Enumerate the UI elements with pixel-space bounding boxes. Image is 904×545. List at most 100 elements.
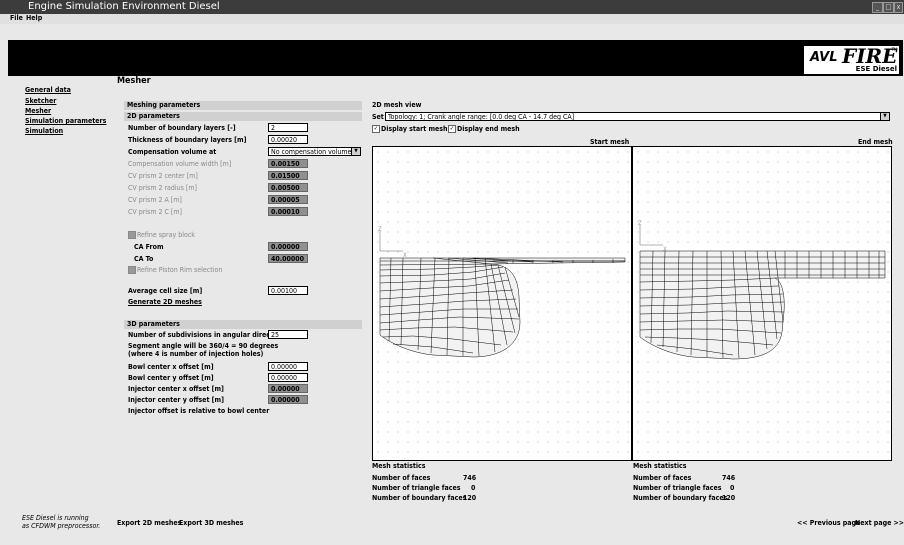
set-select[interactable]: Topology: 1; Crank angle range: [0.0 deg…	[385, 112, 890, 121]
stats-start-faces-label: Number of faces	[372, 474, 431, 482]
stats-end-bnd-label: Number of boundary faces	[633, 494, 728, 502]
section-3d-header: 3D parameters	[124, 320, 362, 329]
stats-start-tri-label: Number of triangle faces	[372, 484, 461, 492]
meshing-parameters-header: Meshing parameters	[124, 101, 362, 110]
status-line-2: as CFDWM preprocessor.	[22, 522, 101, 530]
start-mesh-drawing: Z X	[378, 226, 626, 358]
sidebar-item-general-data[interactable]: General data	[25, 86, 71, 94]
stats-end-title: Mesh statistics	[633, 462, 687, 470]
refine-spray-label: Refine spray block	[137, 231, 195, 239]
previous-page-button[interactable]: << Previous page	[797, 519, 860, 527]
display-start-checkbox[interactable]: ✓	[372, 125, 380, 133]
bowl-x-input[interactable]: 0.00000	[268, 362, 308, 371]
maximize-button[interactable]: □	[883, 2, 894, 13]
thickness-boundary-layers-label: Thickness of boundary layers [m]	[128, 136, 247, 144]
compensation-volume-value: No compensation volume	[271, 148, 352, 156]
header-band: AVL FIRE TM ESE Diesel	[8, 40, 903, 76]
set-value: Topology: 1; Crank angle range: [0.0 deg…	[388, 113, 575, 121]
export-2d-button[interactable]: Export 2D meshes	[117, 519, 181, 527]
num-boundary-layers-input[interactable]: 2	[268, 123, 308, 132]
sidebar-item-sketcher[interactable]: Sketcher	[25, 97, 56, 105]
ca-to-input: 40.00000	[268, 254, 308, 263]
sidebar-item-simulation[interactable]: Simulation	[25, 127, 63, 135]
inj-y-input: 0.00000	[268, 395, 308, 404]
logo-sub: ESE Diesel	[855, 65, 897, 73]
stats-start-tri-value: 0	[471, 484, 476, 492]
stats-end-bnd-value: 120	[722, 494, 736, 502]
window-title: Engine Simulation Environment Diesel	[28, 1, 220, 12]
cv-prism2-radius-input: 0.00500	[268, 183, 308, 192]
ca-from-input: 0.00000	[268, 242, 308, 251]
display-start-label: Display start mesh	[381, 125, 448, 133]
bowl-y-input[interactable]: 0.00000	[268, 373, 308, 382]
menu-file[interactable]: File	[10, 14, 23, 22]
status-line-1: ESE Diesel is running	[22, 514, 89, 522]
chevron-down-icon: ▼	[880, 113, 889, 120]
start-mesh-canvas[interactable]: Z X	[372, 146, 632, 461]
close-button[interactable]: x	[894, 2, 903, 13]
generate-2d-meshes-button[interactable]: Generate 2D meshes	[128, 298, 202, 306]
compensation-volume-label: Compensation volume at	[128, 148, 217, 156]
stats-start-bnd-label: Number of boundary faces	[372, 494, 467, 502]
display-end-label: Display end mesh	[457, 125, 520, 133]
cv-prism2-a-label: CV prism 2 A [m]	[128, 196, 182, 204]
window-title-bar: Engine Simulation Environment Diesel _ □…	[0, 0, 904, 14]
minimize-button[interactable]: _	[872, 2, 883, 13]
sidebar-item-mesher[interactable]: Mesher	[25, 107, 51, 115]
cv-prism2-center-input: 0.01500	[268, 171, 308, 180]
cv-prism2-center-label: CV prism 2 center [m]	[128, 172, 198, 180]
export-3d-button[interactable]: Export 3D meshes	[179, 519, 243, 527]
logo-brand: AVL	[810, 50, 838, 65]
stats-end-faces-label: Number of faces	[633, 474, 692, 482]
sidebar-item-simulation-parameters[interactable]: Simulation parameters	[25, 117, 106, 125]
menu-help[interactable]: Help	[26, 14, 42, 22]
comp-volume-width-input: 0.00150	[268, 159, 308, 168]
logo-tm: TM	[891, 47, 897, 52]
end-mesh-title: End mesh	[858, 138, 893, 146]
stats-start-faces-value: 746	[463, 474, 477, 482]
compensation-volume-select[interactable]: No compensation volume ▼	[268, 147, 361, 156]
cv-prism2-a-input: 0.00005	[268, 195, 308, 204]
cv-prism2-radius-label: CV prism 2 radius [m]	[128, 184, 197, 192]
segment-note-1: Segment angle will be 360/4 = 90 degrees	[128, 342, 279, 350]
start-mesh-title: Start mesh	[590, 138, 630, 146]
comp-volume-width-label: Compensation volume width [m]	[128, 160, 232, 168]
num-subdivisions-input[interactable]: 25	[268, 330, 308, 339]
next-page-button[interactable]: Next page >>	[855, 519, 904, 527]
stats-end-tri-label: Number of triangle faces	[633, 484, 722, 492]
refine-spray-checkbox	[128, 231, 136, 239]
set-label: Set	[372, 113, 384, 121]
inj-y-label: Injector center y offset [m]	[128, 396, 224, 404]
bowl-x-label: Bowl center x offset [m]	[128, 363, 214, 371]
inj-x-input: 0.00000	[268, 384, 308, 393]
num-boundary-layers-label: Number of boundary layers [-]	[128, 124, 236, 132]
end-mesh-drawing: Z X	[638, 220, 886, 360]
refine-piston-label: Refine Piston Rim selection	[137, 266, 223, 274]
cv-prism2-c-input: 0.00010	[268, 207, 308, 216]
mesh-view-header: 2D mesh view	[372, 101, 422, 109]
menu-bar: File Help	[0, 14, 904, 24]
page-title: Mesher	[117, 76, 151, 86]
cv-prism2-c-label: CV prism 2 C [m]	[128, 208, 182, 216]
avl-fire-logo: AVL FIRE TM ESE Diesel	[804, 44, 899, 74]
axis-z-label: Z	[638, 220, 642, 227]
avg-cell-size-input[interactable]: 0.00100	[268, 286, 308, 295]
inj-note: Injector offset is relative to bowl cent…	[128, 407, 270, 415]
display-end-checkbox[interactable]: ✓	[448, 125, 456, 133]
bowl-y-label: Bowl center y offset [m]	[128, 374, 214, 382]
thickness-boundary-layers-input[interactable]: 0.00020	[268, 135, 308, 144]
inj-x-label: Injector center x offset [m]	[128, 385, 224, 393]
avg-cell-size-label: Average cell size [m]	[128, 287, 203, 295]
stats-start-title: Mesh statistics	[372, 462, 426, 470]
stats-start-bnd-value: 120	[463, 494, 477, 502]
end-mesh-canvas[interactable]: Z X	[632, 146, 892, 461]
status-text: ESE Diesel is running as CFDWM preproces…	[22, 514, 100, 530]
stats-end-faces-value: 746	[722, 474, 736, 482]
section-2d-header: 2D parameters	[124, 112, 362, 121]
ca-from-label: CA From	[134, 243, 164, 251]
chevron-down-icon: ▼	[351, 148, 360, 155]
num-subdivisions-label: Number of subdivisions in angular direct…	[128, 331, 284, 339]
stats-end-tri-value: 0	[730, 484, 735, 492]
ca-to-label: CA To	[134, 255, 154, 263]
segment-note-2: (where 4 is number of injection holes)	[128, 350, 264, 358]
